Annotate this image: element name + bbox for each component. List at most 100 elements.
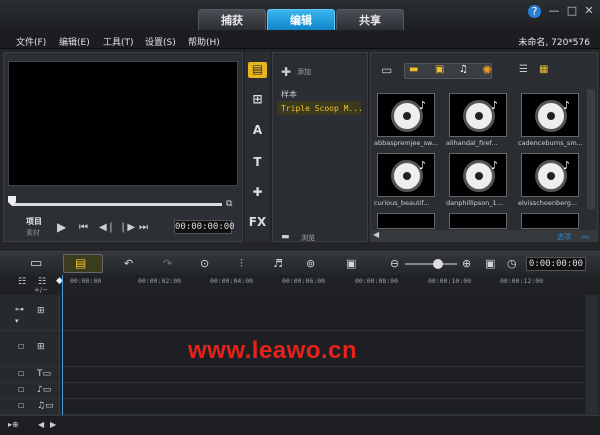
end-icon[interactable]: ⏭ <box>139 222 148 233</box>
tab-capture[interactable]: 捕获 <box>198 9 266 30</box>
music-filter-icon[interactable]: ♫ <box>459 64 468 75</box>
title-track[interactable]: ☐ T▭ <box>0 367 585 383</box>
audio-thumbnail[interactable] <box>449 213 507 229</box>
undo-icon[interactable]: ↶ <box>124 257 133 270</box>
redo-icon[interactable]: ↷ <box>163 257 172 270</box>
play-icon[interactable]: ▶ <box>57 220 66 234</box>
scrub-bar[interactable] <box>12 203 222 206</box>
add-label[interactable]: 添加 <box>297 67 311 77</box>
timeline-scrollbar[interactable] <box>586 295 598 415</box>
preview-screen <box>8 61 238 186</box>
storyboard-view-icon[interactable]: ▭ <box>30 256 42 271</box>
audio-thumbnail[interactable]: ♪ <box>377 153 435 197</box>
home-icon[interactable]: ⏮ <box>79 222 88 233</box>
close-button[interactable]: ✕ <box>580 3 598 19</box>
next-frame-icon[interactable]: ❘▶ <box>119 222 135 233</box>
video-track[interactable]: ⊶ ⊞ ▾ <box>0 295 585 331</box>
track-visibility-icon[interactable]: ☐ <box>18 402 24 410</box>
add-track-icon[interactable]: ▸⊕ <box>8 420 19 429</box>
auto-music-icon[interactable]: ♬ <box>273 257 283 270</box>
options-expand-icon[interactable]: ︽ <box>581 230 589 241</box>
help-icon[interactable]: ? <box>528 5 541 18</box>
transition-icon[interactable]: ⊞ <box>248 92 267 108</box>
browse-label[interactable]: 浏览 <box>301 233 315 243</box>
category-sample[interactable]: 样本 <box>281 89 297 100</box>
ruler-tick-label: 00:00:06:00 <box>282 277 326 285</box>
audio-thumbnail[interactable]: ♪ <box>377 93 435 137</box>
audio-thumbnail[interactable]: ♪ <box>521 93 579 137</box>
filter-icon[interactable]: FX <box>248 215 267 231</box>
menu-help[interactable]: 帮助(H) <box>188 35 220 48</box>
timeline-status-bar: ▸⊕ ◀ ▶ <box>0 415 600 435</box>
audio-thumbnail[interactable] <box>521 213 579 229</box>
scroll-left-icon[interactable]: ◀ <box>373 230 379 239</box>
clock-icon[interactable]: ◷ <box>507 257 517 270</box>
track-visibility-icon[interactable]: ⊶ <box>15 305 24 315</box>
fit-project-icon[interactable]: ▣ <box>485 257 495 270</box>
timeline-ruler[interactable]: ☷ ☷ ◆ +/− 00:00:00 00:00:02:00 00:00:04:… <box>0 275 600 295</box>
title-icon[interactable]: A <box>248 123 267 139</box>
minimize-button[interactable]: — <box>545 3 563 19</box>
ruler-tick-label: 00:00:00 <box>70 277 102 285</box>
ripple-icon[interactable]: ▾ <box>15 317 19 325</box>
clip-mode-label[interactable]: 素材 <box>26 228 40 238</box>
video-filter-icon[interactable]: ▬ <box>409 64 418 75</box>
title-track-icon: T▭ <box>37 369 52 379</box>
library-category-panel: ✚ 添加 样本 Triple Scoop M... ▬ 浏览 <box>272 52 368 242</box>
browse-icon[interactable]: ▬ <box>281 232 290 242</box>
record-capture-icon[interactable]: ⊙ <box>200 257 209 270</box>
web-icon[interactable]: ✺ <box>482 63 492 77</box>
menu-bar: 文件(F) 编辑(E) 工具(T) 设置(S) 帮助(H) 未命名, 720*5… <box>0 32 600 49</box>
grid-view-icon[interactable]: ▦ <box>539 64 548 75</box>
audio-thumbnail[interactable]: ♪ <box>449 153 507 197</box>
track-manager-icon[interactable]: ☷ <box>18 277 26 287</box>
previous-frame-icon[interactable]: ◀❘ <box>99 222 115 233</box>
ruler-tick-label: 00:00:02:00 <box>138 277 182 285</box>
menu-tools[interactable]: 工具(T) <box>103 35 134 48</box>
add-icon[interactable]: ✚ <box>281 65 291 79</box>
title-bar: 捕获 编辑 共享 ? — □ ✕ <box>0 0 600 32</box>
zoom-slider[interactable] <box>433 259 443 269</box>
thumbnail-label: danphillipson_1... <box>446 199 503 207</box>
menu-file[interactable]: 文件(F) <box>16 35 46 48</box>
zoom-out-icon[interactable]: ⊖ <box>390 257 399 270</box>
track-visibility-icon[interactable]: ☐ <box>18 370 24 378</box>
preview-panel: ⧉ 项目 素材 ▶ ⏮ ◀❘ ❘▶ ⏭ 00:00:00:00 <box>3 52 243 242</box>
thumbnail-label: cadenceburns_sm... <box>518 139 583 147</box>
project-mode-label[interactable]: 项目 <box>26 216 42 227</box>
scroll-right-icon[interactable]: ▶ <box>50 420 56 429</box>
preview-timecode[interactable]: 00:00:00:00 <box>174 220 235 234</box>
media-icon[interactable]: ▤ <box>248 62 267 78</box>
voice-track[interactable]: ☐ ♪▭ <box>0 383 585 399</box>
audio-thumbnail[interactable]: ♪ <box>521 153 579 197</box>
tab-share[interactable]: 共享 <box>336 9 404 30</box>
music-track[interactable]: ☐ ♫▭ <box>0 399 585 415</box>
timeline-timecode[interactable]: 0:00:00:00 <box>526 257 586 271</box>
scroll-left-icon[interactable]: ◀ <box>38 420 44 429</box>
tab-edit[interactable]: 编辑 <box>267 9 335 30</box>
track-visibility-icon[interactable]: ☐ <box>18 386 24 394</box>
library-tool-strip: ▤ ⊞ A T ✚ FX <box>245 52 270 242</box>
list-view-icon[interactable]: ☰ <box>519 64 528 75</box>
audio-thumbnail[interactable] <box>377 213 435 229</box>
folder-icon[interactable]: ▭ <box>381 63 392 77</box>
timeline-view-icon[interactable]: ▤ <box>75 256 86 270</box>
audio-mixer-icon[interactable]: ⫶ <box>240 257 243 271</box>
photo-filter-icon[interactable]: ▣ <box>435 64 444 75</box>
maximize-button[interactable]: □ <box>563 3 581 19</box>
category-triple-scoop[interactable]: Triple Scoop M... <box>281 104 363 113</box>
playhead-line[interactable] <box>62 275 63 415</box>
text-icon[interactable]: T <box>248 155 267 171</box>
options-label[interactable]: 选项 <box>557 232 571 242</box>
fullscreen-icon[interactable]: ⧉ <box>226 199 232 209</box>
ruler-tick-label: 00:00:12:00 <box>500 277 544 285</box>
zoom-plus-minus-icon[interactable]: +/− <box>34 286 48 294</box>
audio-thumbnail[interactable]: ♪ <box>449 93 507 137</box>
motion-tracking-icon[interactable]: ⊚ <box>306 257 315 270</box>
graphic-icon[interactable]: ✚ <box>248 185 267 201</box>
zoom-in-icon[interactable]: ⊕ <box>462 257 471 270</box>
menu-edit[interactable]: 编辑(E) <box>59 35 90 48</box>
subtitle-icon[interactable]: ▣ <box>346 257 356 270</box>
menu-settings[interactable]: 设置(S) <box>145 35 176 48</box>
track-visibility-icon[interactable]: ☐ <box>18 343 24 351</box>
